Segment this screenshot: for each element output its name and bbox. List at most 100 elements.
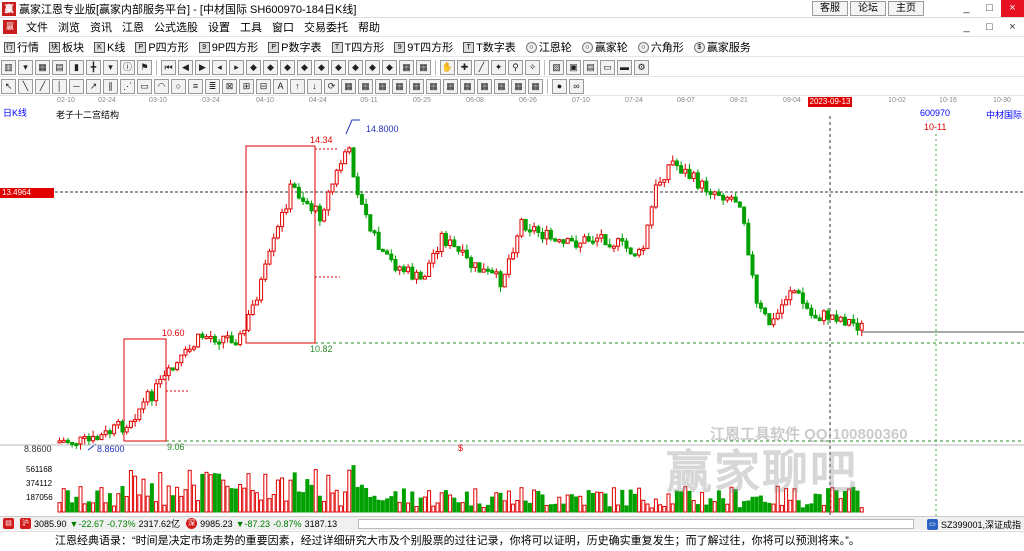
diamond-icon[interactable]: ◆: [297, 59, 312, 75]
menu-file[interactable]: 文件: [21, 19, 53, 35]
gann-box-2[interactable]: [245, 145, 316, 344]
calendar-icon[interactable]: ▤: [583, 59, 598, 75]
tool-icon[interactable]: ⚙: [634, 59, 649, 75]
toolbar-sector-button[interactable]: 块板块: [45, 39, 84, 55]
close-button[interactable]: ×: [1001, 0, 1024, 17]
rect-icon[interactable]: ▭: [137, 78, 152, 94]
ray-icon[interactable]: ↗: [86, 78, 101, 94]
first-icon[interactable]: ⏮: [161, 59, 176, 75]
next-icon[interactable]: ▶: [195, 59, 210, 75]
vline-icon[interactable]: │: [52, 78, 67, 94]
status-index-label[interactable]: SZ399001,深证成指: [941, 518, 1021, 531]
toolbar-winner-wheel-button[interactable]: ○ 赢家轮: [578, 39, 628, 55]
grid-icon[interactable]: ▦: [511, 78, 526, 94]
link-icon[interactable]: ∞: [569, 78, 584, 94]
homepage-link[interactable]: 主页: [888, 1, 924, 16]
maximize-button[interactable]: □: [978, 0, 1001, 17]
diamond-icon[interactable]: ◆: [348, 59, 363, 75]
left-icon[interactable]: ◂: [212, 59, 227, 75]
grid-icon[interactable]: ▦: [477, 78, 492, 94]
child-close-button[interactable]: ×: [1001, 19, 1024, 35]
save-icon[interactable]: ▣: [566, 59, 581, 75]
toolbar-9p-square-button[interactable]: 9 9P四方形: [195, 39, 258, 55]
grid-icon[interactable]: ▦: [528, 78, 543, 94]
menu-formula[interactable]: 公式选股: [149, 19, 203, 35]
pin-icon[interactable]: ⚲: [508, 59, 523, 75]
fib-icon[interactable]: ≡: [188, 78, 203, 94]
diamond-icon[interactable]: ◆: [280, 59, 295, 75]
grid-icon[interactable]: ▦: [375, 78, 390, 94]
menu-trade[interactable]: 交易委托: [299, 19, 353, 35]
index-icon[interactable]: ▤: [3, 518, 14, 529]
menu-help[interactable]: 帮助: [353, 19, 385, 35]
toolbar-9t-square-button[interactable]: 9 9T四方形: [390, 39, 453, 55]
hline-icon[interactable]: ─: [69, 78, 84, 94]
horizontal-scrollbar[interactable]: [358, 519, 914, 529]
toolbar-p-square-button[interactable]: P P四方形: [131, 39, 189, 55]
screen-icon[interactable]: ▭: [600, 59, 615, 75]
menu-gann[interactable]: 江恩: [117, 19, 149, 35]
customer-service-link[interactable]: 客服: [812, 1, 848, 16]
color-icon[interactable]: ●: [552, 78, 567, 94]
menu-window[interactable]: 窗口: [267, 19, 299, 35]
diamond-icon[interactable]: ◆: [246, 59, 261, 75]
fib-icon[interactable]: ≣: [205, 78, 220, 94]
chart-type-icon[interactable]: ▮: [69, 59, 84, 75]
candle-icon[interactable]: ╋: [86, 59, 101, 75]
grid-icon[interactable]: ▦: [426, 78, 441, 94]
arrow-down-icon[interactable]: ↓: [307, 78, 322, 94]
arrow-up-icon[interactable]: ↑: [290, 78, 305, 94]
car-icon[interactable]: ▬: [617, 59, 632, 75]
bars-icon[interactable]: ▥: [1, 59, 16, 75]
grid-icon[interactable]: ▦: [358, 78, 373, 94]
grid-icon[interactable]: ▦: [409, 78, 424, 94]
menu-tools[interactable]: 工具: [235, 19, 267, 35]
right-icon[interactable]: ▸: [229, 59, 244, 75]
toolbar-kline-button[interactable]: K K线: [90, 39, 125, 55]
period-label[interactable]: 日K线: [3, 106, 27, 119]
toolbar-quotes-button[interactable]: 行行情: [0, 39, 39, 55]
prev-icon[interactable]: ◀: [178, 59, 193, 75]
box-icon[interactable]: ⊟: [256, 78, 271, 94]
arc-icon[interactable]: ◠: [154, 78, 169, 94]
menu-browse[interactable]: 浏览: [53, 19, 85, 35]
toolbar-hexagon-button[interactable]: ○ 六角形: [634, 39, 684, 55]
flag-icon[interactable]: ⚑: [137, 59, 152, 75]
toolbar-p-table-button[interactable]: P P数字表: [264, 39, 322, 55]
forum-link[interactable]: 论坛: [850, 1, 886, 16]
child-restore-button[interactable]: □: [978, 19, 1001, 35]
diamond-icon[interactable]: ◆: [314, 59, 329, 75]
compass-icon[interactable]: ✧: [525, 59, 540, 75]
table-icon[interactable]: ▤: [52, 59, 67, 75]
child-minimize-button[interactable]: _: [955, 19, 978, 35]
grid-icon[interactable]: ▦: [443, 78, 458, 94]
monitor-icon[interactable]: ▭: [926, 519, 938, 530]
line-icon[interactable]: ╱: [35, 78, 50, 94]
circle-icon[interactable]: ○: [171, 78, 186, 94]
crosshair-icon[interactable]: ✚: [457, 59, 472, 75]
sh-index-icon[interactable]: 沪: [20, 518, 31, 529]
toolbar-t-table-button[interactable]: T T数字表: [459, 39, 516, 55]
gift-icon[interactable]: ✦: [491, 59, 506, 75]
toolbar-t-square-button[interactable]: T T四方形: [328, 39, 384, 55]
minimize-button[interactable]: _: [955, 0, 978, 17]
grid-icon[interactable]: ▦: [494, 78, 509, 94]
menu-info[interactable]: 资讯: [85, 19, 117, 35]
cycle-icon[interactable]: ⟳: [324, 78, 339, 94]
grid-icon[interactable]: ▦: [399, 59, 414, 75]
line-icon[interactable]: ╱: [474, 59, 489, 75]
diamond-icon[interactable]: ◆: [331, 59, 346, 75]
box-icon[interactable]: ⊞: [239, 78, 254, 94]
toolbar-gann-wheel-button[interactable]: ○ 江恩轮: [522, 39, 572, 55]
channel-icon[interactable]: ∥: [103, 78, 118, 94]
info-icon[interactable]: ⓘ: [120, 59, 135, 75]
grid-icon[interactable]: ▦: [341, 78, 356, 94]
toolbar-service-button[interactable]: $ 赢家服务: [690, 39, 751, 55]
diamond-icon[interactable]: ◆: [263, 59, 278, 75]
fan-icon[interactable]: ⋰: [120, 78, 135, 94]
sz-index-icon[interactable]: 深: [186, 518, 198, 529]
line-icon[interactable]: ╲: [18, 78, 33, 94]
dropdown-icon[interactable]: ▾: [18, 59, 33, 75]
hand-icon[interactable]: ✋: [440, 59, 455, 75]
text-icon[interactable]: A: [273, 78, 288, 94]
